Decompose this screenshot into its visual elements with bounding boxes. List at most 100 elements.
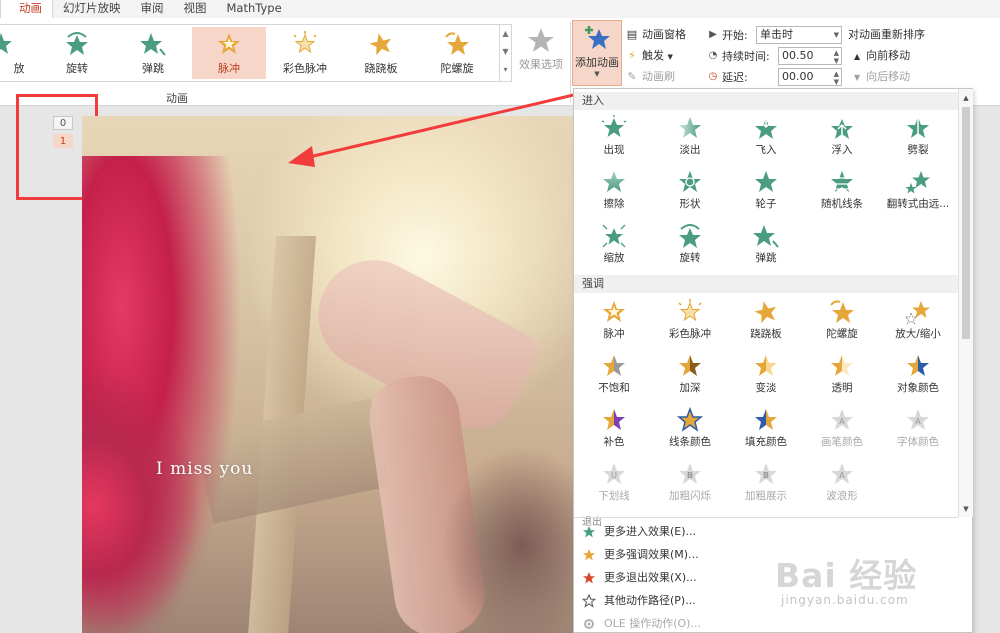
effect-float-in[interactable]: 浮入: [804, 115, 880, 165]
slide-caption-text[interactable]: I miss you: [156, 459, 253, 479]
gallery-up-icon[interactable]: ▲: [500, 25, 511, 43]
move-later-button[interactable]: ▼ 向后移动: [848, 66, 948, 87]
effect-grow-turn[interactable]: 翻转式由远...: [880, 169, 956, 219]
effect-zoom[interactable]: 缩放: [576, 223, 652, 273]
tab-mathtype[interactable]: MathType: [217, 0, 292, 18]
entrance-star-icon: [583, 526, 595, 538]
grow-turn-star-icon: [905, 171, 930, 194]
effect-spin[interactable]: 旋转: [652, 223, 728, 273]
gallery-item-bounce[interactable]: 弹跳: [116, 27, 190, 79]
zoom-star-icon: [602, 224, 626, 248]
teeter-star-icon: [754, 301, 777, 324]
desaturate-star-icon: [603, 355, 625, 376]
more-motion-paths[interactable]: 其他动作路径(P)...: [574, 590, 972, 612]
gallery-down-icon[interactable]: ▼: [500, 43, 511, 61]
teeter-star-icon: [369, 33, 392, 56]
animation-pane-icon: ▤: [626, 28, 638, 41]
fade-star-icon: [679, 117, 701, 138]
effect-wipe[interactable]: 擦除: [576, 169, 652, 219]
effect-shape[interactable]: 形状: [652, 169, 728, 219]
gallery-more-icon[interactable]: ▾: [500, 61, 511, 79]
float-in-star-icon: [831, 119, 853, 139]
effect-bounce[interactable]: 弹跳: [728, 223, 804, 273]
gallery-item-spin[interactable]: 旋转: [40, 27, 114, 79]
start-row: ▶ 开始: 单击时 ▼: [706, 24, 846, 45]
effect-pulse[interactable]: 脉冲: [576, 299, 652, 349]
timing-group: ▶ 开始: 单击时 ▼ ◔ 持续时间: 00.50 ▲ ▼ ◷ 延迟: 00.00 ▲ ▼: [706, 24, 846, 87]
effect-spin-top[interactable]: 陀螺旋: [804, 299, 880, 349]
effect-brush-color[interactable]: A 画笔颜色: [804, 407, 880, 457]
add-animation-dropdown: 进入 出现 淡出 飞入 浮入 劈裂 擦除 形状 轮子 随机线条 翻转式由远...…: [573, 88, 973, 633]
effect-color-pulse[interactable]: 彩色脉冲: [652, 299, 728, 349]
scroll-thumb[interactable]: [962, 107, 970, 339]
color-pulse-star-icon: [293, 31, 317, 54]
effect-lighten[interactable]: 变淡: [728, 353, 804, 403]
effect-bold-flash[interactable]: B 加粗闪烁: [652, 461, 728, 511]
effect-bold-reveal[interactable]: B 加粗展示: [728, 461, 804, 511]
effect-underline[interactable]: U 下划线: [576, 461, 652, 511]
animation-painter-button[interactable]: ✎ 动画刷: [624, 66, 704, 87]
section-emphasis: 强调: [574, 275, 958, 293]
more-exit-effects[interactable]: 更多退出效果(X)...: [574, 567, 972, 589]
effect-fade[interactable]: 淡出: [652, 115, 728, 165]
effect-grow-shrink[interactable]: 放大/缩小: [880, 299, 956, 349]
duration-spinner[interactable]: 00.50 ▲ ▼: [778, 46, 842, 65]
effect-appear[interactable]: 出现: [576, 115, 652, 165]
effect-fill-color[interactable]: 填充颜色: [728, 407, 804, 457]
ole-action-verbs[interactable]: OLE 操作动作(O)...: [574, 613, 972, 633]
effect-line-color[interactable]: 线条颜色: [652, 407, 728, 457]
effect-desaturate[interactable]: 不饱和: [576, 353, 652, 403]
add-animation-button[interactable]: 添加动画 ▼: [572, 20, 622, 86]
delay-row: ◷ 延迟: 00.00 ▲ ▼: [706, 66, 846, 87]
ole-gear-icon: [584, 619, 594, 629]
gallery-item-teeter[interactable]: 跷跷板: [344, 27, 418, 79]
effect-font-color[interactable]: A 字体颜色: [880, 407, 956, 457]
gallery-scrollbar[interactable]: ▲ ▼ ▾: [499, 25, 511, 81]
effect-fly-in[interactable]: 飞入: [728, 115, 804, 165]
exit-star-icon: [583, 572, 595, 584]
dropdown-scrollbar[interactable]: ▲ ▼: [958, 89, 973, 517]
bold-flash-star-icon: B: [679, 463, 701, 484]
svg-text:A: A: [915, 417, 921, 426]
appear-star-icon: [601, 115, 627, 137]
tab-animations[interactable]: 动画: [0, 0, 53, 18]
gallery-item-color-pulse[interactable]: 彩色脉冲: [268, 27, 342, 79]
effect-object-color[interactable]: 对象颜色: [880, 353, 956, 403]
effect-options-button[interactable]: 效果选项: [515, 26, 567, 86]
tab-slideshow[interactable]: 幻灯片放映: [53, 0, 131, 18]
effect-teeter[interactable]: 跷跷板: [728, 299, 804, 349]
gallery-item-pulse[interactable]: 脉冲: [192, 27, 266, 79]
tab-view[interactable]: 视图: [174, 0, 217, 18]
start-select[interactable]: 单击时 ▼: [756, 25, 842, 44]
effect-darken[interactable]: 加深: [652, 353, 728, 403]
zoom-star-icon: [0, 33, 12, 54]
lighten-star-icon: [755, 355, 777, 376]
effect-random-bars[interactable]: 随机线条: [804, 169, 880, 219]
start-chevron-down-icon: ▼: [833, 30, 839, 39]
animation-pane-button[interactable]: ▤ 动画窗格: [624, 24, 704, 45]
play-icon: ▶: [709, 29, 717, 40]
effect-wheel[interactable]: 轮子: [728, 169, 804, 219]
pulse-star-icon: [218, 33, 240, 54]
more-entrance-effects[interactable]: 更多进入效果(E)...: [574, 521, 972, 543]
scroll-down-icon[interactable]: ▼: [959, 502, 973, 516]
delay-stepper-icon[interactable]: ▲ ▼: [834, 70, 839, 86]
move-earlier-button[interactable]: ▲ 向前移动: [848, 45, 948, 66]
effect-complementary-color[interactable]: 补色: [576, 407, 652, 457]
gallery-item-spin-top[interactable]: 陀螺旋: [420, 27, 494, 79]
effect-wave[interactable]: A 波浪形: [804, 461, 880, 511]
delay-spinner[interactable]: 00.00 ▲ ▼: [778, 67, 842, 86]
gallery-item-zoom[interactable]: 放: [0, 27, 38, 79]
trigger-button[interactable]: ⚡ 触发 ▼: [624, 45, 704, 66]
more-emphasis-effects[interactable]: 更多强调效果(M)...: [574, 544, 972, 566]
duration-stepper-icon[interactable]: ▲ ▼: [834, 49, 839, 65]
scroll-up-icon[interactable]: ▲: [959, 91, 973, 105]
effect-transparency[interactable]: 透明: [804, 353, 880, 403]
section-enter: 进入: [574, 92, 958, 110]
tab-review[interactable]: 审阅: [131, 0, 174, 18]
delay-clock-icon: ◷: [708, 71, 718, 82]
complementary-color-star-icon: [603, 409, 625, 430]
effect-split[interactable]: 劈裂: [880, 115, 956, 165]
slide-canvas[interactable]: I miss you: [82, 116, 577, 633]
emphasis-star-icon: [583, 549, 595, 561]
